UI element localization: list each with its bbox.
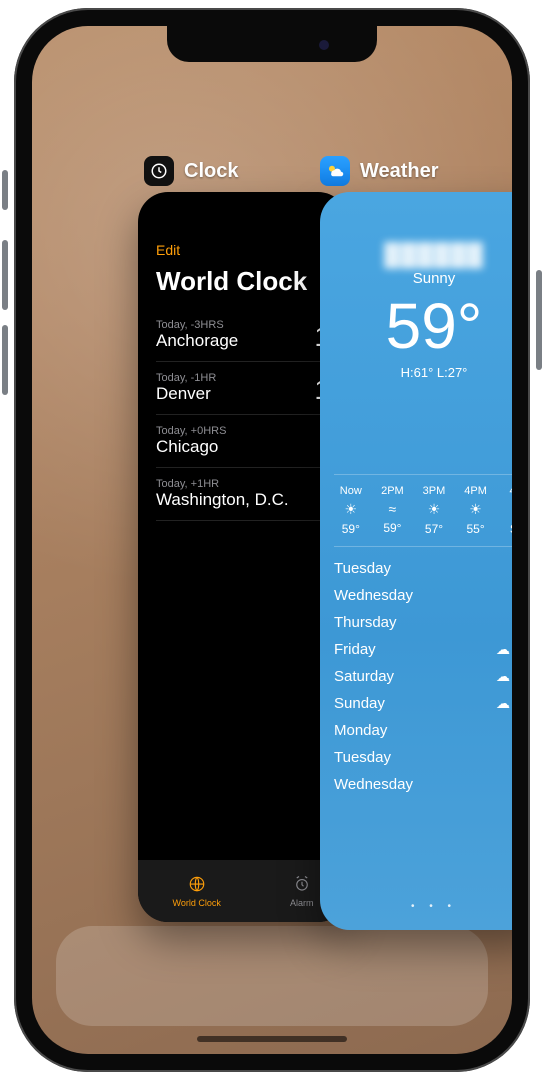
home-indicator[interactable] bbox=[197, 1036, 347, 1042]
hour-cell: Now 59° bbox=[334, 485, 368, 536]
city-label-blurred: ██████ bbox=[334, 242, 512, 268]
day-label: Wednesday bbox=[334, 776, 413, 793]
cloud-icon: 40% bbox=[496, 641, 512, 658]
app-switcher[interactable]: Clock Weather Edit World Clock Today, -3… bbox=[32, 26, 512, 1054]
screen: Clock Weather Edit World Clock Today, -3… bbox=[32, 26, 512, 1054]
time-offset: Today, -3HRS bbox=[156, 319, 238, 331]
city-label: Denver bbox=[156, 384, 211, 403]
edit-button[interactable]: Edit bbox=[156, 242, 330, 258]
day-label: Wednesday bbox=[334, 587, 413, 604]
cloud-icon: 60% bbox=[496, 695, 512, 712]
switcher-header-weather[interactable]: Weather bbox=[320, 156, 439, 186]
clock-tabbar: World Clock Alarm bbox=[138, 860, 348, 922]
city-label: Anchorage bbox=[156, 331, 238, 350]
day-label: Monday bbox=[334, 722, 387, 739]
world-clock-row[interactable]: Today, +1HRWashington, D.C. bbox=[156, 468, 330, 521]
weather-hilo: H:61° L:27° bbox=[334, 365, 512, 380]
day-label: Tuesday bbox=[334, 560, 391, 577]
daily-row: Sunday 60% bbox=[334, 690, 512, 717]
tab-alarm[interactable]: Alarm bbox=[290, 875, 314, 908]
hour-temp: 55° bbox=[459, 522, 493, 536]
day-label: Tuesday bbox=[334, 749, 391, 766]
day-label: Saturday bbox=[334, 668, 394, 685]
notch bbox=[167, 26, 377, 62]
daily-row: Thursday bbox=[334, 609, 512, 636]
world-clock-row[interactable]: Today, -1HRDenver1 bbox=[156, 362, 330, 415]
weather-temp: 59° bbox=[334, 289, 512, 363]
world-clock-title: World Clock bbox=[156, 266, 330, 297]
switcher-header-clock[interactable]: Clock bbox=[144, 156, 238, 186]
daily-forecast[interactable]: Tuesday Wednesday Thursday Friday 40% Saturda… bbox=[334, 555, 512, 798]
globe-icon bbox=[173, 875, 221, 898]
hour-temp: 59° bbox=[376, 521, 410, 535]
weather-condition: Sunny bbox=[334, 270, 512, 287]
sun-icon bbox=[417, 501, 451, 518]
weather-card[interactable]: ██████ Sunny 59° H:61° L:27° Now 59° 2PM 59… bbox=[320, 192, 512, 930]
tab-world-clock[interactable]: World Clock bbox=[173, 875, 221, 908]
clock-card[interactable]: Edit World Clock Today, -3HRSAnchorage1T… bbox=[138, 192, 348, 922]
daily-row: Friday 40% bbox=[334, 636, 512, 663]
daily-row: Monday bbox=[334, 717, 512, 744]
hour-cell: 2PM 59° bbox=[376, 485, 410, 536]
hour-cell: 3PM 57° bbox=[417, 485, 451, 536]
time-offset: Today, +1HR bbox=[156, 478, 289, 490]
switcher-label-weather: Weather bbox=[360, 160, 439, 183]
wind-icon bbox=[376, 501, 410, 517]
hourly-forecast[interactable]: Now 59° 2PM 59° 3PM 57° 4PM 55° 4:4 Su bbox=[334, 474, 512, 547]
hour-label: 4PM bbox=[459, 485, 493, 497]
page-indicator[interactable]: • • • bbox=[320, 901, 512, 912]
sun-icon bbox=[459, 501, 493, 518]
time-offset: Today, -1HR bbox=[156, 372, 216, 384]
alarm-icon bbox=[290, 875, 314, 898]
day-label: Thursday bbox=[334, 614, 397, 631]
world-clock-row[interactable]: Today, +0HRSChicago bbox=[156, 415, 330, 468]
daily-row: Tuesday bbox=[334, 744, 512, 771]
cloud-icon: 60% bbox=[496, 668, 512, 685]
city-label: Washington, D.C. bbox=[156, 490, 289, 509]
daily-row: Wednesday bbox=[334, 771, 512, 798]
sun-icon bbox=[500, 501, 512, 518]
day-label: Sunday bbox=[334, 695, 385, 712]
switcher-label-clock: Clock bbox=[184, 160, 238, 183]
city-label: Chicago bbox=[156, 437, 218, 456]
hour-cell: 4:4 Su bbox=[500, 485, 512, 536]
sun-icon bbox=[334, 501, 368, 518]
daily-row: Tuesday bbox=[334, 555, 512, 582]
time-offset: Today, +0HRS bbox=[156, 425, 226, 437]
daily-row: Saturday 60% bbox=[334, 663, 512, 690]
hour-temp: 57° bbox=[417, 522, 451, 536]
hour-temp: Su bbox=[500, 522, 512, 536]
weather-app-icon bbox=[320, 156, 350, 186]
device-frame: Clock Weather Edit World Clock Today, -3… bbox=[14, 8, 530, 1072]
hour-cell: 4PM 55° bbox=[459, 485, 493, 536]
hour-label: 2PM bbox=[376, 485, 410, 497]
world-clock-row[interactable]: Today, -3HRSAnchorage1 bbox=[156, 309, 330, 362]
daily-row: Wednesday bbox=[334, 582, 512, 609]
hour-label: 3PM bbox=[417, 485, 451, 497]
clock-app-icon bbox=[144, 156, 174, 186]
day-label: Friday bbox=[334, 641, 376, 658]
hour-label: 4:4 bbox=[500, 485, 512, 497]
hour-label: Now bbox=[334, 485, 368, 497]
hour-temp: 59° bbox=[334, 522, 368, 536]
